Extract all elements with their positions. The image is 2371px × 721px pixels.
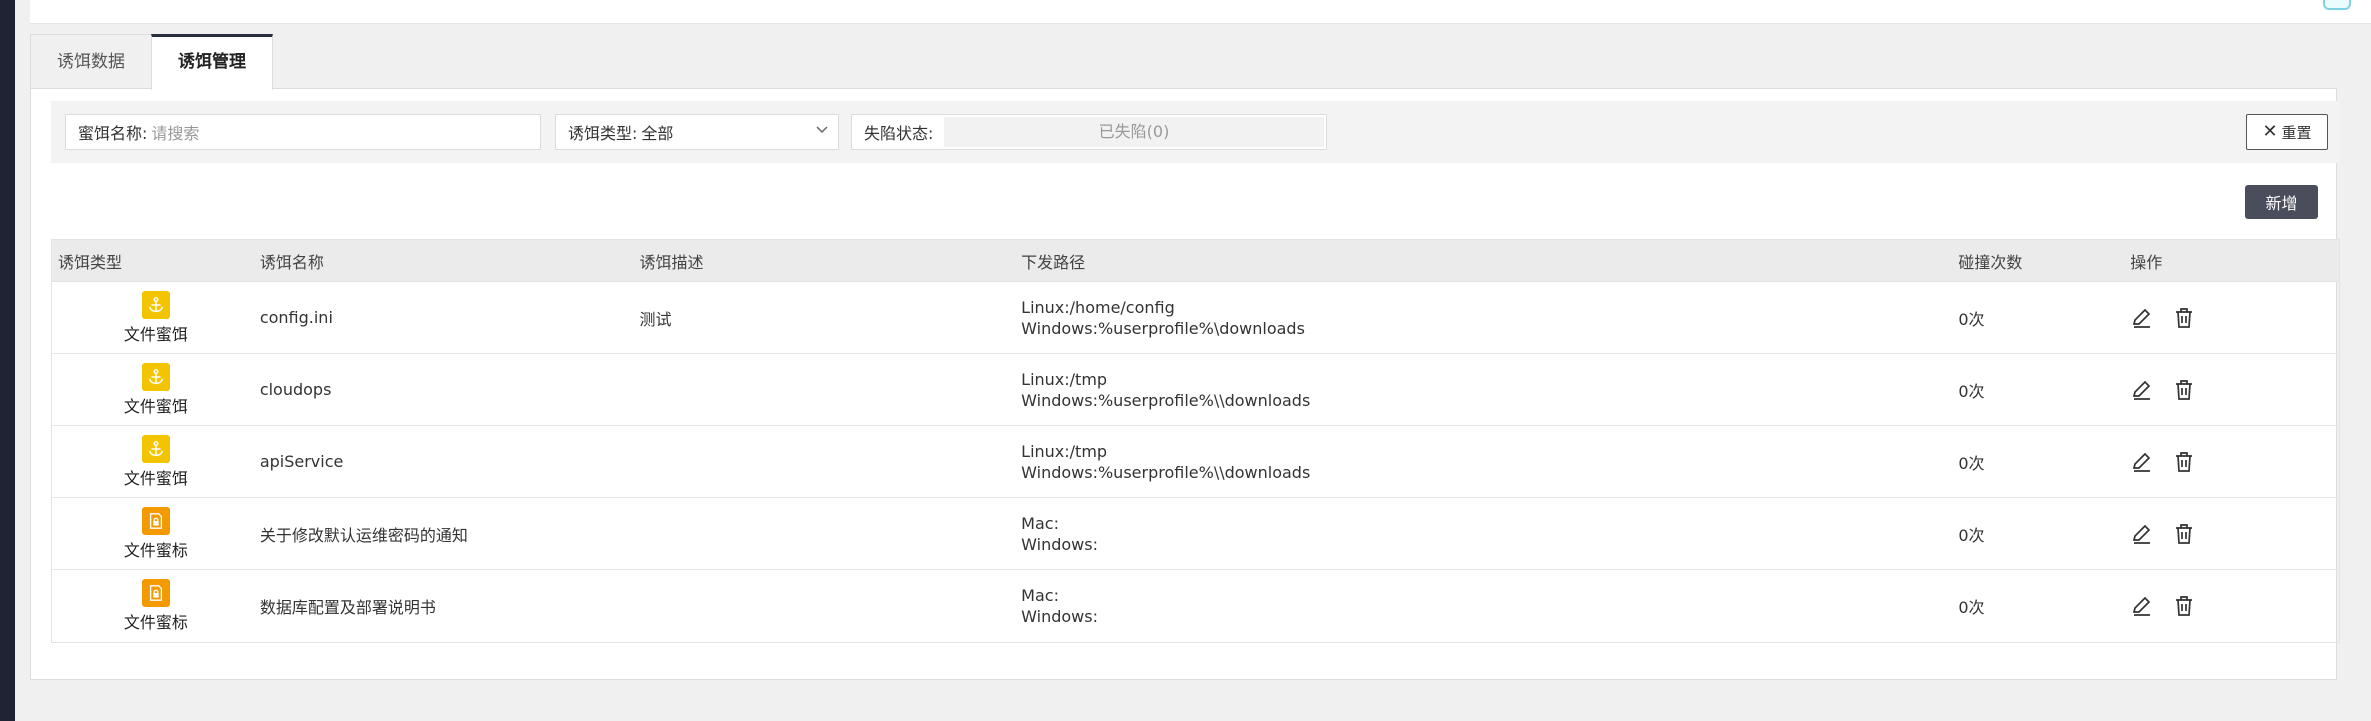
tab-bait-management[interactable]: 诱饵管理 — [151, 34, 273, 90]
bait-path: Linux:/home/config Windows:%userprofile%… — [1021, 297, 1958, 339]
row-actions — [2130, 522, 2339, 546]
table-row: 文件蜜标 关于修改默认运维密码的通知 Mac: Windows: 0次 — [52, 498, 2339, 570]
fall-status-field[interactable]: 失陷状态: 已失陷(0) — [851, 114, 1327, 150]
top-bar-cut — [30, 0, 2371, 24]
row-actions — [2130, 378, 2339, 402]
row-actions — [2130, 306, 2339, 330]
edit-icon[interactable] — [2130, 522, 2154, 546]
hit-count: 0次 — [1958, 525, 1985, 545]
hit-count: 0次 — [1958, 309, 1985, 329]
edit-icon[interactable] — [2130, 450, 2154, 474]
header-name: 诱饵名称 — [259, 252, 324, 272]
fall-status-value: 已失陷(0) — [944, 117, 1324, 147]
path-line-2: Windows: — [1021, 607, 1098, 626]
doc-lock-icon — [141, 506, 170, 535]
anchor-icon — [141, 290, 170, 319]
tab-bar: 诱饵数据 诱饵管理 — [30, 34, 273, 90]
edit-icon[interactable] — [2130, 594, 2154, 618]
bait-name: 数据库配置及部署说明书 — [259, 598, 436, 617]
filter-bar: 蜜饵名称: 请搜索 诱饵类型: 全部 失陷状态: 已失陷(0) ✕ 重置 — [51, 101, 2340, 163]
bait-path: Linux:/tmp Windows:%userprofile%\\downlo… — [1021, 441, 1958, 483]
type-cell: 文件蜜饵 — [52, 434, 260, 489]
anchor-icon — [141, 362, 170, 391]
type-label: 文件蜜饵 — [123, 396, 188, 416]
bait-name: config.ini — [259, 308, 333, 327]
type-cell: 文件蜜标 — [52, 579, 260, 633]
bait-path: Mac: Windows: — [1021, 513, 1958, 555]
type-label: 文件蜜饵 — [123, 468, 188, 488]
type-cell: 文件蜜标 — [52, 506, 260, 561]
path-line-2: Windows:%userprofile%\downloads — [1021, 318, 1305, 338]
header-desc: 诱饵描述 — [639, 252, 704, 272]
bait-name-placeholder: 请搜索 — [151, 124, 200, 143]
type-label: 文件蜜标 — [123, 540, 188, 560]
hit-count: 0次 — [1958, 598, 1985, 617]
path-line-1: Linux:/tmp — [1021, 441, 1108, 461]
type-label: 文件蜜饵 — [123, 324, 188, 344]
path-line-2: Windows:%userprofile%\\downloads — [1021, 390, 1311, 410]
tab-bait-data[interactable]: 诱饵数据 — [30, 34, 152, 89]
close-icon: ✕ — [2262, 121, 2278, 142]
path-line-1: Linux:/home/config — [1021, 297, 1175, 317]
row-actions — [2130, 594, 2339, 618]
path-line-1: Mac: — [1021, 513, 1059, 533]
bait-name: apiService — [259, 452, 344, 471]
bait-path: Mac: Windows: — [1021, 585, 1958, 627]
trash-icon[interactable] — [2172, 378, 2196, 402]
reset-button[interactable]: ✕ 重置 — [2246, 114, 2328, 150]
chevron-down-icon — [816, 126, 828, 134]
bait-name-label: 蜜饵名称: — [78, 124, 148, 143]
path-line-2: Windows: — [1021, 534, 1098, 554]
path-line-2: Windows:%userprofile%\\downloads — [1021, 462, 1311, 482]
header-hits: 碰撞次数 — [1958, 252, 2023, 272]
trash-icon[interactable] — [2172, 450, 2196, 474]
table-row: 文件蜜饵 apiService Linux:/tmp Windows:%user… — [52, 426, 2339, 498]
table-row: 文件蜜饵 config.ini 测试 Linux:/home/config Wi… — [52, 282, 2339, 354]
header-path: 下发路径 — [1021, 252, 1086, 272]
header-actions: 操作 — [2130, 252, 2163, 272]
trash-icon[interactable] — [2172, 306, 2196, 330]
bait-table: 诱饵类型 诱饵名称 诱饵描述 下发路径 碰撞次数 操作 文件蜜饵 config.… — [51, 239, 2340, 643]
anchor-icon — [141, 434, 170, 463]
type-label: 文件蜜标 — [123, 613, 188, 632]
path-line-1: Linux:/tmp — [1021, 369, 1108, 389]
table-row: 文件蜜标 数据库配置及部署说明书 Mac: Windows: 0次 — [52, 570, 2339, 642]
row-actions — [2130, 450, 2339, 474]
bait-name-field[interactable]: 蜜饵名称: 请搜索 — [65, 114, 541, 150]
side-strip — [0, 0, 15, 721]
table-header: 诱饵类型 诱饵名称 诱饵描述 下发路径 碰撞次数 操作 — [52, 240, 2339, 282]
path-line-1: Mac: — [1021, 586, 1059, 605]
bait-type-label: 诱饵类型: — [568, 124, 638, 143]
type-cell: 文件蜜饵 — [52, 362, 260, 417]
reset-button-label: 重置 — [2281, 123, 2312, 142]
fall-status-label: 失陷状态: — [864, 124, 934, 143]
bait-name: 关于修改默认运维密码的通知 — [259, 525, 468, 545]
doc-lock-icon — [141, 579, 170, 607]
trash-icon[interactable] — [2172, 594, 2196, 618]
type-cell: 文件蜜饵 — [52, 290, 260, 345]
bait-path: Linux:/tmp Windows:%userprofile%\\downlo… — [1021, 369, 1958, 411]
add-button[interactable]: 新增 — [2245, 185, 2318, 219]
table-row: 文件蜜饵 cloudops Linux:/tmp Windows:%userpr… — [52, 354, 2339, 426]
hit-count: 0次 — [1958, 381, 1985, 401]
header-type: 诱饵类型 — [58, 252, 123, 272]
bait-type-value: 全部 — [641, 124, 674, 143]
bait-desc: 测试 — [639, 309, 672, 329]
bait-type-select[interactable]: 诱饵类型: 全部 — [555, 114, 839, 150]
trash-icon[interactable] — [2172, 522, 2196, 546]
bait-name: cloudops — [259, 380, 332, 399]
hit-count: 0次 — [1958, 453, 1985, 473]
edit-icon[interactable] — [2130, 378, 2154, 402]
resource-monitor — [2323, 0, 2351, 10]
edit-icon[interactable] — [2130, 306, 2154, 330]
main-panel: 蜜饵名称: 请搜索 诱饵类型: 全部 失陷状态: 已失陷(0) ✕ 重置 新增 … — [30, 88, 2340, 680]
